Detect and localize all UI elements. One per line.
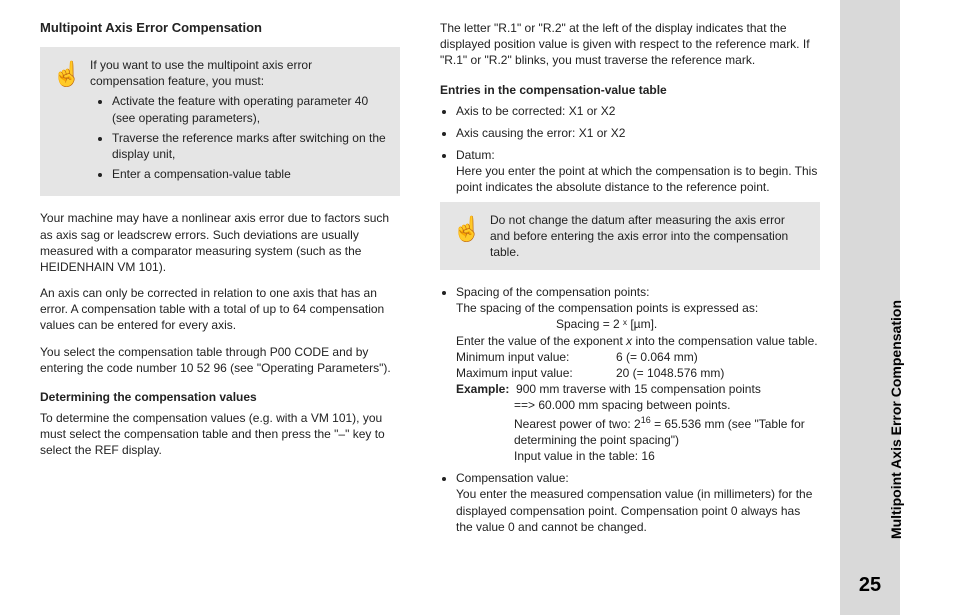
note-box-2: ☝ Do not change the datum after measurin… [440, 202, 820, 271]
paragraph: An axis can only be corrected in relatio… [40, 285, 400, 334]
paragraph: You select the compensation table throug… [40, 344, 400, 376]
list-item: Axis to be corrected: X1 or X2 [456, 103, 820, 119]
heading-main: Multipoint Axis Error Compensation [40, 20, 400, 35]
side-title: Multipoint Axis Error Compensation [888, 300, 904, 539]
list-item: Datum: Here you enter the point at which… [456, 147, 820, 196]
subheading: Determining the compensation values [40, 390, 400, 404]
left-column: Multipoint Axis Error Compensation ☝ If … [0, 0, 420, 615]
list-item: Axis causing the error: X1 or X2 [456, 125, 820, 141]
note-text: Do not change the datum after measuring … [490, 213, 788, 259]
page-number: 25 [840, 574, 900, 597]
subheading: Entries in the compensation-value table [440, 83, 820, 97]
formula: Spacing = 2 ˣ [µm]. [456, 316, 820, 332]
entries-list-2: Spacing of the compensation points: The … [440, 284, 820, 535]
list-item: Compensation value: You enter the measur… [456, 470, 820, 535]
paragraph: To determine the compensation values (e.… [40, 410, 400, 459]
note-item: Activate the feature with operating para… [112, 93, 386, 125]
note-item: Enter a compensation-value table [112, 166, 386, 182]
max-row: Maximum input value: 20 (= 1048.576 mm) [456, 365, 820, 381]
page: Multipoint Axis Error Compensation ☝ If … [0, 0, 954, 615]
example: Example: 900 mm traverse with 15 compens… [456, 381, 820, 464]
hand-point-icon: ☝ [452, 214, 482, 246]
note-box-1: ☝ If you want to use the multipoint axis… [40, 47, 400, 196]
list-item: Spacing of the compensation points: The … [456, 284, 820, 464]
note-intro: If you want to use the multipoint axis e… [90, 57, 386, 89]
note-list: Activate the feature with operating para… [90, 93, 386, 182]
right-column: The letter "R.1" or "R.2" at the left of… [420, 0, 840, 615]
paragraph: Your machine may have a nonlinear axis e… [40, 210, 400, 275]
side-tab: Multipoint Axis Error Compensation 25 [840, 0, 900, 615]
note-item: Traverse the reference marks after switc… [112, 130, 386, 162]
min-row: Minimum input value: 6 (= 0.064 mm) [456, 349, 820, 365]
entries-list: Axis to be corrected: X1 or X2 Axis caus… [440, 103, 820, 196]
paragraph: The letter "R.1" or "R.2" at the left of… [440, 20, 820, 69]
hand-point-icon: ☝ [52, 59, 82, 91]
